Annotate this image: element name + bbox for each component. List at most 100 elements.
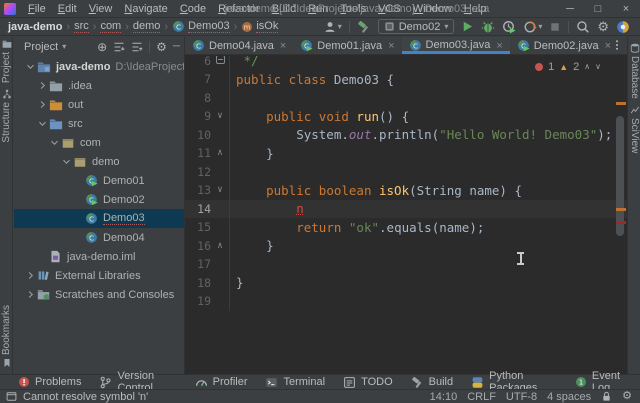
stripe-tab-project[interactable]: Project <box>0 39 13 83</box>
hector-inspections-icon[interactable]: ⚙ <box>622 391 632 402</box>
console-icon[interactable] <box>6 391 17 402</box>
locate-icon[interactable]: ⊕ <box>97 41 107 53</box>
toolwindow-button-build[interactable]: Build <box>411 376 453 389</box>
tree-item-external-libraries[interactable]: External Libraries <box>14 266 184 285</box>
tree-item-demo02[interactable]: C Demo02 <box>14 190 184 209</box>
stripe-error-mark[interactable] <box>616 221 626 224</box>
code-line-14[interactable]: 14 n <box>185 199 627 218</box>
tree-chevron[interactable] <box>24 61 37 72</box>
lock-icon[interactable] <box>601 391 612 402</box>
toolwindow-button-todo[interactable]: TODO <box>343 376 393 389</box>
indent-setting[interactable]: 4 spaces <box>547 391 591 403</box>
code-line-13[interactable]: 13 ∨ public boolean isOk(String name) { <box>185 181 627 200</box>
fold-marker[interactable]: ∧ <box>211 148 229 158</box>
tree-chevron[interactable] <box>36 80 49 91</box>
code-line-9[interactable]: 9 ∨ public void run() { <box>185 107 627 126</box>
code-line-8[interactable]: 8 <box>185 88 627 107</box>
tree-item-java-demo-iml[interactable]: java-demo.iml <box>14 247 184 266</box>
tree-chevron[interactable] <box>48 137 61 148</box>
fold-marker[interactable] <box>211 56 229 67</box>
breadcrumb-item-com[interactable]: com <box>100 20 122 33</box>
toolwindow-button-problems[interactable]: Problems <box>18 376 81 388</box>
stripe-warning-mark[interactable] <box>616 102 626 105</box>
breadcrumb-item-src[interactable]: src <box>74 20 89 33</box>
tree-item-src[interactable]: src <box>14 114 184 133</box>
tree-chevron[interactable] <box>24 289 37 300</box>
code-line-10[interactable]: 10 System.out.println("Hello World! Demo… <box>185 125 627 144</box>
tab-close-icon[interactable]: × <box>388 40 394 52</box>
run-configuration-combo[interactable]: Demo02 ▾ <box>377 19 455 34</box>
codewithme-button[interactable]: ▾ <box>323 20 342 34</box>
maximize-icon[interactable]: □ <box>584 0 612 18</box>
breadcrumb-item-demo[interactable]: demo <box>132 20 161 33</box>
editor-tab-demo04-java[interactable]: C Demo04.java × <box>185 37 293 54</box>
debug-button[interactable] <box>481 20 495 34</box>
coverage-button[interactable]: ▾ <box>523 20 542 34</box>
code-line-19[interactable]: 19 <box>185 292 627 311</box>
editor-tab-demo02-java[interactable]: C Demo02.java × <box>510 37 618 54</box>
stripe-tab-bookmarks[interactable]: Bookmarks <box>0 305 13 368</box>
stripe-warning-mark[interactable] <box>616 208 626 211</box>
prev-error-icon[interactable]: ∧ <box>584 63 590 71</box>
tree-item-scratches-and-consoles[interactable]: Scratches and Consoles <box>14 285 184 304</box>
tree-item-demo[interactable]: demo <box>14 152 184 171</box>
tree-item-java-demo[interactable]: java-demo D:\IdeaProjects\java-demo <box>14 57 184 76</box>
stripe-tab-structure[interactable]: Structure <box>0 89 13 143</box>
code-editor[interactable]: 6 */7 public class Demo03 {8 9 ∨ public voi… <box>185 56 627 374</box>
inspection-widget[interactable]: 1 ▲ 2 ∧ ∨ <box>535 61 601 73</box>
next-error-icon[interactable]: ∨ <box>595 63 601 71</box>
toolwindow-button-terminal[interactable]: Terminal <box>265 376 325 389</box>
run-button[interactable] <box>461 20 474 33</box>
gradle-ball-button[interactable] <box>616 20 630 34</box>
editor-tab-demo03-java[interactable]: C Demo03.java × <box>401 37 510 54</box>
tree-chevron[interactable] <box>60 156 73 167</box>
tree-chevron[interactable] <box>36 118 49 129</box>
fold-marker[interactable]: ∧ <box>211 241 229 251</box>
tab-close-icon[interactable]: × <box>280 40 286 52</box>
search-button[interactable] <box>576 20 590 34</box>
minimize-icon[interactable]: ─ <box>556 0 584 18</box>
tree-item-demo01[interactable]: C Demo01 <box>14 171 184 190</box>
fold-marker[interactable]: ∨ <box>211 111 229 121</box>
stripe-tab-database[interactable]: Database <box>628 43 640 99</box>
header-gear-icon[interactable]: ⚙ <box>156 41 167 53</box>
tree-item-out[interactable]: out <box>14 95 184 114</box>
more-vert-icon[interactable] <box>611 39 623 51</box>
tree-item-demo03[interactable]: C Demo03 <box>14 209 184 228</box>
cursor-position[interactable]: 14:10 <box>430 391 458 403</box>
code-line-16[interactable]: 16 ∧ } <box>185 236 627 255</box>
menu-view[interactable]: View <box>83 0 119 18</box>
code-line-17[interactable]: 17 <box>185 255 627 274</box>
editor-tab-demo01-java[interactable]: C Demo01.java × <box>293 37 401 54</box>
code-line-11[interactable]: 11 ∧ } <box>185 144 627 163</box>
toolwindow-button-profiler[interactable]: Profiler <box>195 376 247 389</box>
breadcrumb-item-demo03[interactable]: C Demo03 <box>172 20 230 33</box>
breadcrumb-item-java-demo[interactable]: java-demo <box>8 21 62 33</box>
fold-marker[interactable]: ∨ <box>211 185 229 195</box>
hide-icon[interactable]: ─ <box>173 41 180 52</box>
tree-item--idea[interactable]: .idea <box>14 76 184 95</box>
tree-item-com[interactable]: com <box>14 133 184 152</box>
menu-navigate[interactable]: Navigate <box>118 0 173 18</box>
editor-scrollbar[interactable] <box>616 116 624 236</box>
profile-button[interactable] <box>502 20 516 34</box>
tree-item-demo04[interactable]: C Demo04 <box>14 228 184 247</box>
menu-code[interactable]: Code <box>174 0 212 18</box>
build-hammer-button[interactable] <box>357 20 371 34</box>
close-icon[interactable]: × <box>612 0 640 18</box>
tree-chevron[interactable] <box>24 270 37 281</box>
code-line-12[interactable]: 12 <box>185 162 627 181</box>
tab-close-icon[interactable]: × <box>496 40 502 52</box>
expand-all-icon[interactable] <box>113 41 125 53</box>
file-encoding[interactable]: UTF-8 <box>506 391 537 403</box>
menu-edit[interactable]: Edit <box>52 0 83 18</box>
code-line-18[interactable]: 18} <box>185 273 627 292</box>
line-ending[interactable]: CRLF <box>467 391 496 403</box>
stripe-tab-sciview[interactable]: SciView <box>628 105 640 153</box>
settings-gear-button[interactable]: ⚙ <box>597 20 609 33</box>
stop-button[interactable] <box>549 21 561 33</box>
collapse-all-icon[interactable] <box>131 41 143 53</box>
tree-chevron[interactable] <box>36 99 49 110</box>
menu-file[interactable]: File <box>22 0 52 18</box>
code-line-15[interactable]: 15 return "ok".equals(name); <box>185 218 627 237</box>
